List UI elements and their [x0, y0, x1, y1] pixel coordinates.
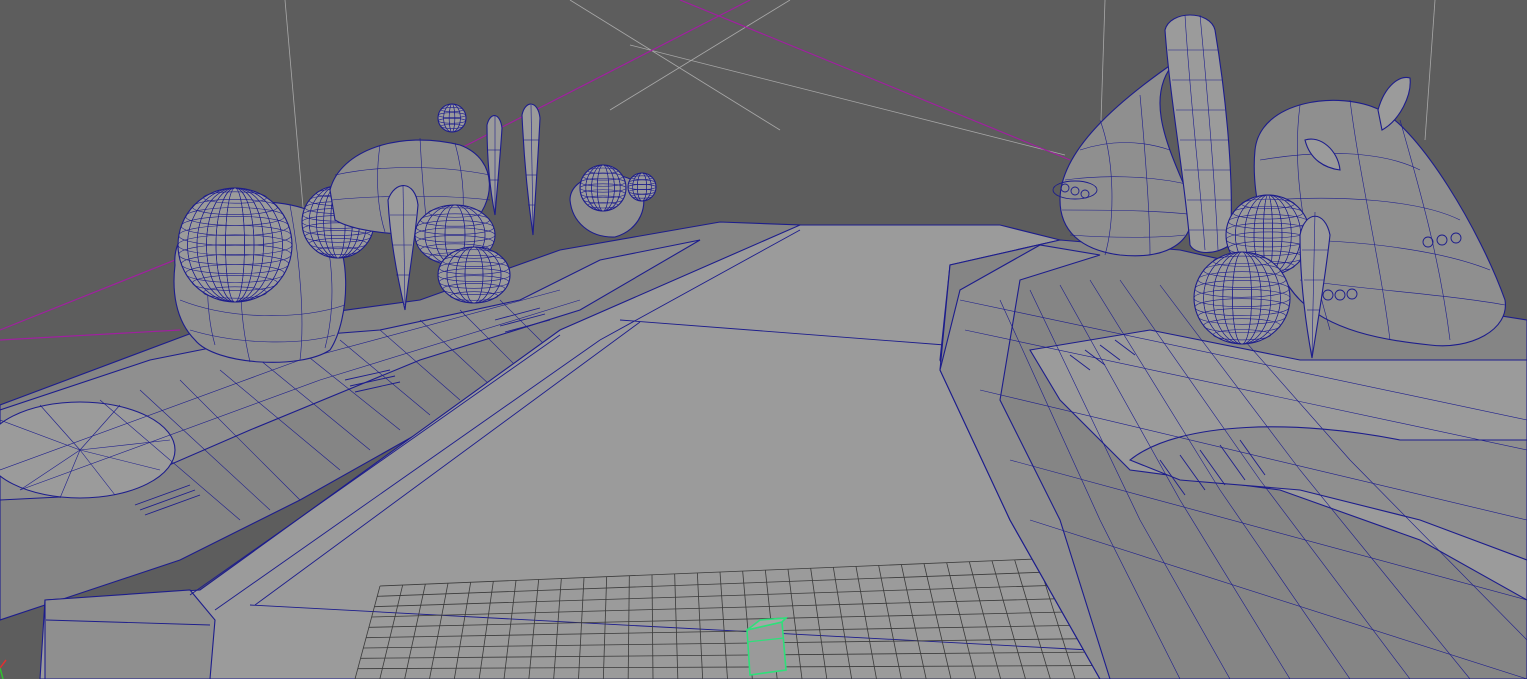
axis-gizmo [0, 659, 7, 679]
maya-3d-viewport[interactable] [0, 0, 1527, 679]
sphere-large [177, 187, 293, 303]
sphere-small-top [437, 103, 467, 133]
scene-canvas[interactable] [0, 0, 1527, 679]
selected-cube[interactable] [746, 617, 789, 676]
sphere-far-a [579, 164, 627, 212]
sphere-far-b [627, 172, 657, 202]
leaf-spire-a [387, 185, 419, 311]
sphere-mid-b [437, 246, 511, 304]
sphere-right-b [1193, 251, 1291, 345]
